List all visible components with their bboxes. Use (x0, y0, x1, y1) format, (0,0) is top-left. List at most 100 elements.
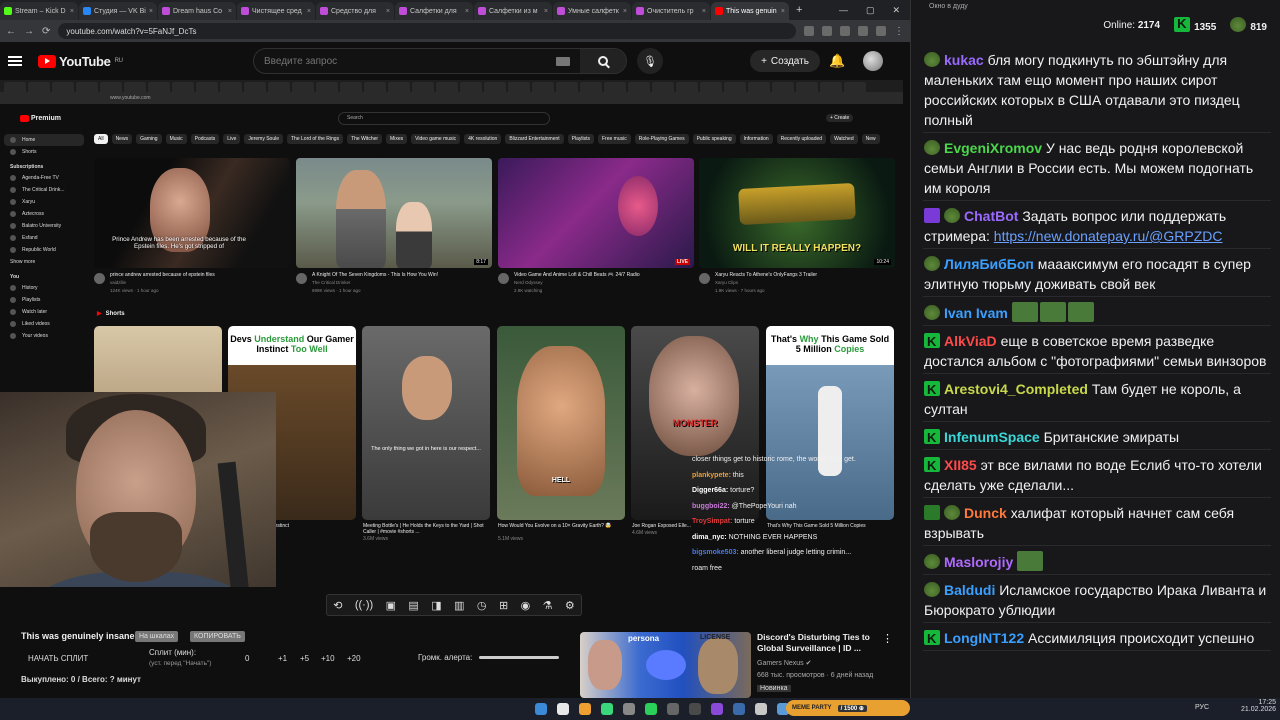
browser-tab[interactable]: Чистящее сред × (237, 2, 315, 20)
split-plus-10-button[interactable]: +10 (321, 654, 335, 663)
inner-browser-tabs (0, 80, 903, 92)
copy-button[interactable]: КОПИРОВАТЬ (190, 631, 245, 642)
profile-icon[interactable] (876, 26, 886, 36)
recommended-video[interactable]: persona LICENSE Discord's Disturbing Tie… (580, 632, 893, 698)
screenshot-icon[interactable]: ▣ (386, 599, 396, 612)
chat-message: AlkViaD еще в советское время разведке д… (923, 329, 1271, 374)
search-icon[interactable] (557, 703, 569, 715)
search-input[interactable] (254, 55, 556, 67)
maximize-button[interactable]: ▢ (866, 5, 875, 16)
close-icon[interactable]: × (70, 8, 74, 15)
alert-volume-slider[interactable] (479, 656, 559, 659)
browser-tab[interactable]: Очиститель гр × (632, 2, 710, 20)
chat-username[interactable]: Dunck (964, 505, 1007, 521)
chat-username[interactable]: kukac (944, 52, 984, 68)
extension-icon[interactable] (858, 26, 868, 36)
timestamp-pill[interactable]: На шкалах (135, 631, 179, 642)
chat-username[interactable]: ChatBot (964, 208, 1018, 224)
pepe-badge-icon (944, 208, 960, 223)
avatar[interactable] (863, 51, 883, 71)
window-close-button[interactable]: ✕ (892, 5, 900, 16)
browser-tab[interactable]: Dream haus Co × (158, 2, 236, 20)
browser-tab[interactable]: Умные салфетк × (553, 2, 631, 20)
app-icon[interactable] (689, 703, 701, 715)
browser-tab[interactable]: Студия — VK Ві × (79, 2, 157, 20)
chat-username[interactable]: Arestovi4_Completed (944, 381, 1088, 397)
close-icon[interactable]: × (623, 8, 627, 15)
more-options-icon[interactable]: ⋮ (882, 632, 893, 645)
chat-username[interactable]: AlkViaD (944, 333, 997, 349)
bookmark-star-icon[interactable] (840, 26, 850, 36)
clock[interactable]: 17:25 21.02.2026 (1241, 699, 1276, 713)
chat-link[interactable]: https://new.donatepay.ru/@GRPZDC (994, 228, 1223, 244)
split-plus-1-button[interactable]: +1 (278, 654, 287, 663)
app-icon[interactable] (755, 703, 767, 715)
chat-username[interactable]: EvgeniXromov (944, 140, 1042, 156)
browser-tab[interactable]: Салфетки для × (395, 2, 473, 20)
chrome-icon[interactable] (579, 703, 591, 715)
chat-username[interactable]: ЛиляБибБоп (944, 256, 1034, 272)
reload-icon[interactable]: ⟳ (42, 26, 50, 37)
app-icon[interactable] (667, 703, 679, 715)
new-tab-button[interactable]: + (796, 4, 802, 16)
youtube-logo[interactable]: YouTube RU (38, 54, 123, 69)
address-bar[interactable]: youtube.com/watch?v=5FaNJf_DcTs (58, 23, 796, 39)
split-plus-20-button[interactable]: +20 (347, 654, 361, 663)
browser-tab[interactable]: Средство для × (316, 2, 394, 20)
close-icon[interactable]: × (149, 8, 153, 15)
close-icon[interactable]: × (544, 8, 548, 15)
notifications-bell-icon[interactable]: 🔔 (829, 53, 845, 69)
forward-icon[interactable]: → (24, 26, 34, 37)
lab-icon[interactable]: ⚗ (543, 599, 553, 612)
close-icon[interactable]: × (228, 8, 232, 15)
create-button[interactable]: + Создать (750, 50, 820, 72)
tray-language[interactable]: РУС (1195, 704, 1209, 711)
voice-search-button[interactable]: 🎙 (637, 48, 663, 74)
filter-chip: Playlists (567, 134, 594, 144)
speed-icon[interactable]: ◷ (477, 599, 487, 612)
file-explorer-icon[interactable] (601, 703, 613, 715)
close-icon[interactable]: × (307, 8, 311, 15)
loop-icon[interactable]: ⟲ (333, 599, 342, 612)
close-icon[interactable]: × (465, 8, 469, 15)
browser-tab[interactable]: This was genuin × (711, 2, 789, 20)
minimize-button[interactable]: — (839, 5, 848, 16)
browser-menu-icon[interactable]: ⋮ (894, 26, 904, 37)
menu-icon[interactable] (8, 56, 22, 66)
chat-username[interactable]: InfenumSpace (944, 429, 1040, 445)
search-button[interactable] (580, 49, 626, 73)
split-value[interactable]: 0 (245, 654, 249, 663)
chat-username[interactable]: Maslorojiy (944, 554, 1013, 570)
split-plus-5-button[interactable]: +5 (300, 654, 309, 663)
camera-icon[interactable]: ◉ (521, 599, 531, 612)
chat-username[interactable]: LongINT122 (944, 630, 1024, 646)
steam-icon[interactable] (733, 703, 745, 715)
close-icon[interactable]: × (702, 8, 706, 15)
extension-icon[interactable] (804, 26, 814, 36)
subtitles-icon[interactable]: ▥ (454, 599, 464, 612)
chat-username[interactable]: Ivan Ivam (944, 305, 1008, 321)
close-icon[interactable]: × (386, 8, 390, 15)
playlist-icon[interactable]: ▤ (408, 599, 418, 612)
video-player[interactable]: www.youtube.com Premium Search + Create … (0, 80, 903, 587)
obs-icon[interactable] (711, 703, 723, 715)
back-icon[interactable]: ← (6, 26, 16, 37)
spotify-icon[interactable] (645, 703, 657, 715)
broadcast-icon[interactable]: ((·)) (355, 599, 373, 611)
meme-party-widget[interactable]: MEME PARTY/ 1500 ⊕ (786, 700, 910, 716)
keyboard-icon[interactable] (556, 56, 570, 66)
windows-start-icon[interactable] (535, 703, 547, 715)
app-icon[interactable] (623, 703, 635, 715)
add-icon[interactable]: ⊞ (499, 599, 508, 612)
browser-tab[interactable]: Stream – Kick D × (0, 2, 78, 20)
start-split-button[interactable]: НАЧАТЬ СПЛИТ (28, 654, 88, 663)
extension-icon[interactable] (822, 26, 832, 36)
chat-username[interactable]: Baldudi (944, 582, 995, 598)
browser-tab[interactable]: Салфетки из м × (474, 2, 552, 20)
chat-username[interactable]: XII85 (944, 457, 977, 473)
chat-text: Британские эмираты (1043, 429, 1180, 445)
show-more-label: Show more (10, 259, 36, 265)
close-icon[interactable]: × (781, 8, 785, 15)
settings-gear-icon[interactable]: ⚙ (565, 599, 575, 612)
pip-icon[interactable]: ◨ (431, 599, 441, 612)
